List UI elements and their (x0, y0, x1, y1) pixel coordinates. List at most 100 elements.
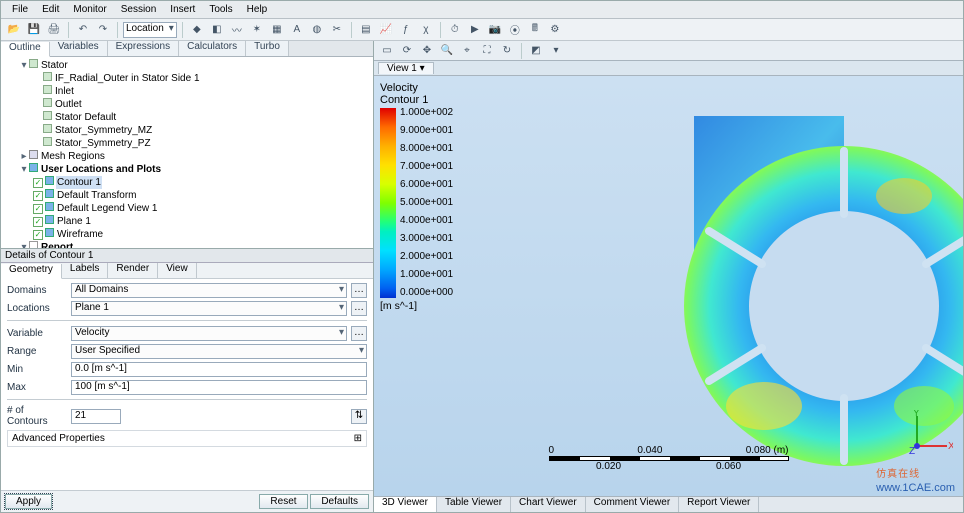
max-input[interactable]: 100 [m s^-1] (71, 380, 367, 395)
expand-icon[interactable]: ⊞ (354, 433, 362, 444)
menu-tools[interactable]: Tools (204, 3, 237, 16)
tree-item[interactable]: Outlet (54, 98, 83, 111)
tree-report[interactable]: Report (40, 241, 74, 249)
toolbar-primary: 📂 💾 🖨 ↶ ↷ Location ◆ ◧ 〰 ✶ ▦ A ◍ ✂ ▤ 📈 ƒ… (1, 19, 963, 41)
fit-icon[interactable]: ⛶ (478, 42, 496, 60)
3d-viewer[interactable]: Velocity Contour 1 1.000e+002 9.000e+001… (374, 76, 963, 496)
menu-monitor[interactable]: Monitor (68, 3, 111, 16)
menu-edit[interactable]: Edit (37, 3, 64, 16)
calculator-icon[interactable]: 🖩 (526, 21, 544, 39)
tab-view[interactable]: View (158, 263, 197, 278)
highlight-icon[interactable]: ◩ (527, 42, 545, 60)
tab-geometry[interactable]: Geometry (1, 264, 62, 279)
tab-expressions[interactable]: Expressions (108, 41, 179, 56)
tab-outline[interactable]: Outline (1, 42, 50, 57)
print-icon[interactable]: 🖨 (45, 21, 63, 39)
viewer-panel: ▭ ⟳ ✥ 🔍 ⌖ ⛶ ↻ ◩ ▾ View 1 ▾ Velocity Cont… (374, 41, 963, 512)
dropdown-icon[interactable]: ▾ (547, 42, 565, 60)
locations-combo[interactable]: Plane 1 (71, 301, 347, 316)
locations-more-button[interactable]: … (351, 301, 367, 316)
tree-item[interactable]: IF_Radial_Outer in Stator Side 1 (54, 72, 201, 85)
tree-item[interactable]: Stator_Symmetry_PZ (54, 137, 152, 150)
tree-contour1[interactable]: Contour 1 (56, 176, 102, 189)
table-icon[interactable]: ▤ (357, 21, 375, 39)
outline-tree[interactable]: ▾Stator IF_Radial_Outer in Stator Side 1… (1, 57, 373, 249)
turbo-icon[interactable]: ⚙ (546, 21, 564, 39)
axis-triad: X Y Z (907, 410, 953, 456)
probe-icon[interactable]: ⦿ (506, 21, 524, 39)
rotate-icon[interactable]: ⟳ (398, 42, 416, 60)
vector-icon[interactable]: ◆ (188, 21, 206, 39)
apply-button[interactable]: Apply (5, 494, 52, 509)
tab-render[interactable]: Render (108, 263, 158, 278)
isosurface-icon[interactable]: ◍ (308, 21, 326, 39)
legend-tick: 3.000e+001 (400, 234, 453, 244)
variable-more-button[interactable]: … (351, 326, 367, 341)
tree-item[interactable]: Default Transform (56, 189, 137, 202)
menu-insert[interactable]: Insert (165, 3, 200, 16)
tab-chart-viewer[interactable]: Chart Viewer (511, 497, 586, 512)
tab-3d-viewer[interactable]: 3D Viewer (374, 497, 437, 512)
volume-icon[interactable]: ▦ (268, 21, 286, 39)
view-tab-1[interactable]: View 1 ▾ (378, 62, 434, 74)
pan-icon[interactable]: ✥ (418, 42, 436, 60)
chart-icon[interactable]: 📈 (377, 21, 395, 39)
menu-file[interactable]: File (7, 3, 33, 16)
tab-labels[interactable]: Labels (62, 263, 108, 278)
domains-more-button[interactable]: … (351, 283, 367, 298)
checkbox-icon[interactable]: ✓ (33, 191, 43, 201)
open-icon[interactable]: 📂 (5, 21, 23, 39)
details-buttons: Apply Reset Defaults (1, 490, 373, 512)
clip-icon[interactable]: ✂ (328, 21, 346, 39)
reset-button[interactable]: Reset (259, 494, 307, 509)
tab-comment-viewer[interactable]: Comment Viewer (586, 497, 680, 512)
tab-report-viewer[interactable]: Report Viewer (679, 497, 759, 512)
save-icon[interactable]: 💾 (25, 21, 43, 39)
menu-help[interactable]: Help (242, 3, 273, 16)
undo-icon[interactable]: ↶ (74, 21, 92, 39)
tree-mesh-regions[interactable]: Mesh Regions (40, 150, 106, 163)
tree-item[interactable]: Wireframe (56, 228, 104, 241)
refresh-icon[interactable]: ↻ (498, 42, 516, 60)
zoom-icon[interactable]: 🔍 (438, 42, 456, 60)
tab-variables[interactable]: Variables (50, 41, 108, 56)
range-combo[interactable]: User Specified (71, 344, 367, 359)
text-icon[interactable]: A (288, 21, 306, 39)
tree-item[interactable]: Plane 1 (56, 215, 92, 228)
tree-item[interactable]: Default Legend View 1 (56, 202, 158, 215)
menu-session[interactable]: Session (116, 3, 162, 16)
expression-icon[interactable]: ƒ (397, 21, 415, 39)
tab-table-viewer[interactable]: Table Viewer (437, 497, 511, 512)
variable-icon[interactable]: χ (417, 21, 435, 39)
particle-icon[interactable]: ✶ (248, 21, 266, 39)
tree-item[interactable]: Inlet (54, 85, 75, 98)
defaults-button[interactable]: Defaults (310, 494, 369, 509)
tree-user-locations[interactable]: User Locations and Plots (40, 163, 162, 176)
redo-icon[interactable]: ↷ (94, 21, 112, 39)
watermark-url: www.1CAE.com (876, 482, 955, 494)
timer-icon[interactable]: ⏱ (446, 21, 464, 39)
contour-icon[interactable]: ◧ (208, 21, 226, 39)
checkbox-icon[interactable]: ✓ (33, 217, 43, 227)
camera-icon[interactable]: 📷 (486, 21, 504, 39)
checkbox-icon[interactable]: ✓ (33, 178, 43, 188)
view-tabstrip: View 1 ▾ (374, 61, 963, 76)
min-input[interactable]: 0.0 [m s^-1] (71, 362, 367, 377)
location-combo[interactable]: Location (123, 22, 177, 38)
checkbox-icon[interactable]: ✓ (33, 230, 43, 240)
select-icon[interactable]: ▭ (378, 42, 396, 60)
domains-combo[interactable]: All Domains (71, 283, 347, 298)
animate-icon[interactable]: ▶ (466, 21, 484, 39)
variable-combo[interactable]: Velocity (71, 326, 347, 341)
ncontours-input[interactable]: 21 (71, 409, 121, 424)
tab-turbo[interactable]: Turbo (246, 41, 289, 56)
ncontours-stepper[interactable]: ⇅ (351, 409, 367, 424)
zoombox-icon[interactable]: ⌖ (458, 42, 476, 60)
tree-item[interactable]: Stator_Symmetry_MZ (54, 124, 153, 137)
tree-item[interactable]: Stator Default (54, 111, 117, 124)
left-panel: Outline Variables Expressions Calculator… (1, 41, 374, 512)
streamline-icon[interactable]: 〰 (228, 21, 246, 39)
tab-calculators[interactable]: Calculators (179, 41, 246, 56)
checkbox-icon[interactable]: ✓ (33, 204, 43, 214)
tree-stator[interactable]: Stator (40, 59, 69, 72)
